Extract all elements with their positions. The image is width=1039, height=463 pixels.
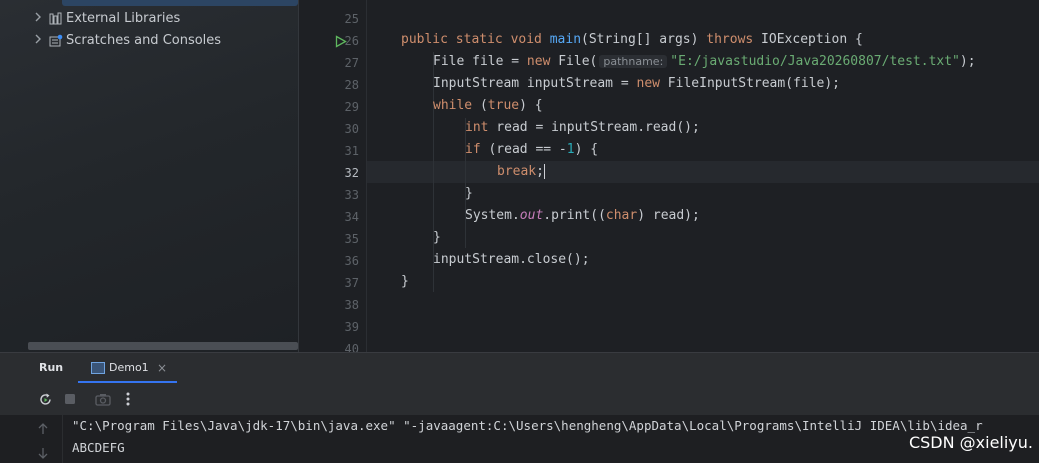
run-gutter-icon[interactable] — [335, 33, 347, 48]
selected-tree-item[interactable] — [62, 0, 298, 6]
line-number-current: 32 — [344, 166, 359, 180]
camera-icon[interactable] — [95, 391, 111, 407]
parameter-hint: pathname: — [599, 55, 668, 68]
tab-label: Demo1 — [109, 361, 149, 374]
code-line-36: inputStream.close(); — [433, 252, 590, 267]
close-icon[interactable]: × — [157, 353, 167, 383]
scroll-up-icon[interactable] — [36, 423, 50, 437]
console-gutter — [0, 415, 63, 463]
code-line-33: } — [465, 186, 473, 201]
code-line-34: System.out.print((char) read); — [465, 208, 700, 223]
stop-icon[interactable] — [62, 391, 78, 407]
code-line-27: File file = new File(pathname: "E:/javast… — [433, 54, 976, 69]
line-number: 25 — [344, 12, 359, 26]
tree-item-label: External Libraries — [66, 10, 181, 26]
application-icon — [91, 362, 105, 374]
code-editor[interactable]: 25 26 27 28 29 30 31 32 33 34 35 36 37 3… — [299, 0, 1039, 356]
code-line-26: public static void main(String[] args) t… — [401, 32, 863, 47]
chevron-right-icon[interactable] — [34, 34, 48, 47]
text-caret — [543, 164, 545, 179]
ide-window: External Libraries Scratches and Console… — [0, 0, 1039, 463]
gutter-separator — [366, 0, 367, 352]
horizontal-scrollbar[interactable] — [28, 342, 298, 350]
console-command-line: "C:\Program Files\Java\jdk-17\bin\java.e… — [72, 418, 983, 433]
line-number: 30 — [344, 122, 359, 136]
tab-demo1[interactable]: Demo1 × — [78, 353, 177, 383]
run-window-title: Run — [39, 361, 64, 374]
library-icon — [48, 11, 64, 25]
line-number-gutter[interactable]: 25 26 27 28 29 30 31 32 33 34 35 36 37 3… — [299, 0, 367, 356]
rerun-icon[interactable] — [37, 391, 53, 407]
code-line-37: } — [401, 274, 409, 289]
project-tree-panel: External Libraries Scratches and Console… — [0, 0, 299, 352]
chevron-right-icon[interactable] — [34, 12, 48, 25]
line-number: 38 — [344, 298, 359, 312]
console-output-line: ABCDEFG — [72, 440, 125, 455]
line-number: 37 — [344, 276, 359, 290]
watermark-text: CSDN @xieliyu. — [908, 433, 1033, 452]
line-number: 39 — [344, 320, 359, 334]
console-output[interactable]: "C:\Program Files\Java\jdk-17\bin\java.e… — [0, 415, 1039, 463]
line-number: 27 — [344, 56, 359, 70]
tree-item-scratches[interactable]: Scratches and Consoles — [34, 29, 221, 51]
tree-item-label: Scratches and Consoles — [66, 32, 222, 48]
code-area[interactable]: public static void main(String[] args) t… — [369, 0, 1039, 352]
code-line-29: while (true) { — [433, 98, 543, 113]
more-options-icon[interactable] — [120, 391, 136, 407]
code-line-35: } — [433, 230, 441, 245]
line-number: 36 — [344, 254, 359, 268]
scroll-down-icon[interactable] — [36, 447, 50, 461]
code-line-30: int read = inputStream.read(); — [465, 120, 700, 135]
code-line-28: InputStream inputStream = new FileInputS… — [433, 76, 840, 91]
line-number: 33 — [344, 188, 359, 202]
code-line-32: break; — [497, 164, 545, 179]
scratches-icon — [48, 33, 64, 47]
run-toolbar — [0, 383, 1039, 415]
line-number: 26 — [344, 34, 359, 48]
line-number: 34 — [344, 210, 359, 224]
line-number: 35 — [344, 232, 359, 246]
line-number: 29 — [344, 100, 359, 114]
run-tool-window-header: Run Demo1 × — [0, 352, 1039, 383]
tree-item-external-libraries[interactable]: External Libraries — [34, 7, 180, 29]
code-line-31: if (read == -1) { — [465, 142, 599, 157]
line-number: 28 — [344, 78, 359, 92]
line-number: 31 — [344, 144, 359, 158]
